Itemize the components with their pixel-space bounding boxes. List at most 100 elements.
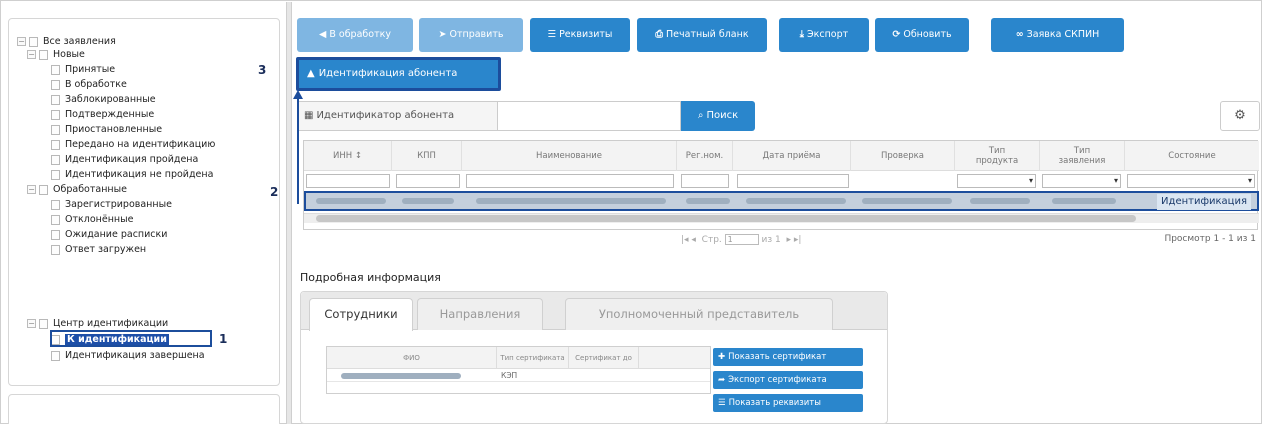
settings-button[interactable]: ⚙ [1220, 101, 1260, 131]
table-row[interactable]: КЭП [327, 369, 710, 382]
tree-node-in-work[interactable]: В обработке [51, 78, 127, 91]
blurred-cell [862, 198, 952, 204]
print-icon: ⎙ [655, 29, 664, 40]
tree-node-blocked[interactable]: Заблокированные [51, 93, 156, 106]
filter-app-type[interactable] [1042, 174, 1121, 188]
ident-subscriber-button[interactable]: ▲ Идентификация абонента [296, 57, 501, 91]
tree-node-all[interactable]: − Все заявления [17, 35, 116, 48]
export-cert-button[interactable]: ➦ Экспорт сертификата [713, 371, 863, 389]
row-state-cell: Идентификация [1157, 194, 1251, 210]
tree-label: Подтвержденные [65, 109, 155, 120]
tree-node-new[interactable]: − Новые [27, 48, 85, 61]
export-button[interactable]: ⤓ Экспорт [779, 18, 869, 52]
pager-page-label: Стр. [701, 235, 722, 245]
collapse-icon[interactable]: − [17, 37, 26, 46]
tree-node-ident-done[interactable]: Идентификация завершена [51, 349, 205, 362]
col-app-type[interactable]: Тип заявления [1040, 141, 1125, 171]
tree-label: Ответ загружен [65, 244, 147, 255]
folder-icon [39, 318, 48, 329]
col-inn[interactable]: ИНН ↕ [304, 141, 392, 171]
button-label: Отправить [449, 29, 504, 40]
col-date[interactable]: Дата приёма [733, 141, 851, 171]
tree-label: Обработанные [53, 184, 127, 195]
search-button[interactable]: ⌕ Поиск [681, 101, 755, 131]
button-label: Экспорт [807, 29, 849, 40]
tree-node-accepted[interactable]: Принятые [51, 63, 115, 76]
in-work-button[interactable]: ◀ В обработку [297, 18, 413, 52]
button-label: Печатный бланк [666, 29, 749, 40]
col-state[interactable]: Состояние [1125, 141, 1259, 171]
filter-state[interactable] [1127, 174, 1255, 188]
show-requisites-button[interactable]: ☰ Показать реквизиты [713, 394, 863, 412]
file-icon [51, 244, 60, 255]
col-regnum[interactable]: Рег.ном. [677, 141, 733, 171]
collapse-icon[interactable]: − [27, 319, 36, 328]
pane-splitter[interactable] [286, 2, 292, 424]
collapse-icon[interactable]: − [27, 50, 36, 59]
filter-product[interactable] [957, 174, 1036, 188]
skpin-request-button[interactable]: ∞ Заявка СКПИН [991, 18, 1124, 52]
col-label: ИНН [333, 151, 353, 161]
tree-node-ident-failed[interactable]: Идентификация не пройдена [51, 168, 213, 181]
tree-node-ident-passed[interactable]: Идентификация пройдена [51, 153, 198, 166]
col-cert-until[interactable]: Сертификат до [569, 347, 639, 369]
barcode-icon: ▦ [304, 110, 314, 121]
filter-name[interactable] [466, 174, 674, 188]
blurred-cell [402, 198, 454, 204]
export-icon: ⤓ [799, 29, 804, 40]
filter-regnum[interactable] [681, 174, 729, 188]
pager-controls: |◂ ◂ Стр. 1 из 1 ▸ ▸| [681, 234, 801, 245]
tab-directions[interactable]: Направления [417, 298, 543, 330]
first-page-icon[interactable]: |◂ ◂ [681, 235, 696, 245]
table-row[interactable]: Идентификация [304, 191, 1259, 211]
marker-1: 1 [219, 332, 228, 346]
col-fio[interactable]: ФИО [327, 347, 497, 369]
tree-node-processed[interactable]: − Обработанные [27, 183, 127, 196]
send-icon: ➤ [438, 29, 447, 40]
last-page-icon[interactable]: ▸ ▸| [787, 235, 802, 245]
col-label: Дата приёма [762, 151, 821, 161]
marker-3: 3 [258, 63, 267, 77]
tree-node-suspended[interactable]: Приостановленные [51, 123, 162, 136]
collapse-icon[interactable]: − [27, 185, 36, 194]
filter-date[interactable] [737, 174, 849, 188]
blurred-cell [316, 198, 386, 204]
button-label: Идентификация абонента [318, 68, 458, 79]
blurred-cell [1052, 198, 1116, 204]
tree-node-awaiting-receipt[interactable]: Ожидание расписки [51, 228, 167, 241]
scroll-thumb[interactable] [316, 215, 1136, 222]
file-icon [51, 79, 60, 90]
col-label: Рег.ном. [685, 151, 724, 161]
tree-label: Идентификация пройдена [65, 154, 199, 165]
filter-inn[interactable] [306, 174, 390, 188]
send-button[interactable]: ➤ Отправить [419, 18, 523, 52]
pager: |◂ ◂ Стр. 1 из 1 ▸ ▸| Просмотр 1 - 1 из … [303, 232, 1258, 250]
tree-node-ident-center[interactable]: − Центр идентификации [27, 317, 168, 330]
tree-node-response-loaded[interactable]: Ответ загружен [51, 243, 146, 256]
search-input[interactable] [498, 101, 681, 131]
tree-node-registered[interactable]: Зарегистрированные [51, 198, 172, 211]
refresh-button[interactable]: ⟳ Обновить [875, 18, 969, 52]
folder-icon [39, 184, 48, 195]
requisites-button[interactable]: ☰ Реквизиты [530, 18, 630, 52]
col-check[interactable]: Проверка [851, 141, 955, 171]
tree-node-confirmed[interactable]: Подтвержденные [51, 108, 154, 121]
show-cert-button[interactable]: ✚ Показать сертификат [713, 348, 863, 366]
tree-node-sent-ident[interactable]: Передано на идентификацию [51, 138, 215, 151]
print-form-button[interactable]: ⎙ Печатный бланк [637, 18, 767, 52]
page-input[interactable]: 1 [724, 234, 759, 245]
col-label: Тип заявления [1058, 146, 1106, 166]
tab-representative[interactable]: Уполномоченный представитель [565, 298, 833, 330]
tree-label: Передано на идентификацию [65, 139, 216, 150]
horizontal-scrollbar[interactable] [304, 213, 1259, 223]
tree-node-rejected[interactable]: Отклонённые [51, 213, 133, 226]
col-product[interactable]: Тип продукта [955, 141, 1040, 171]
col-name[interactable]: Наименование [462, 141, 677, 171]
tab-employees[interactable]: Сотрудники [309, 298, 413, 331]
col-cert-type[interactable]: Тип сертификата [497, 347, 569, 369]
tree-label: Зарегистрированные [65, 199, 172, 210]
button-label: Экспорт сертификата [728, 375, 827, 385]
filter-kpp[interactable] [396, 174, 460, 188]
file-icon [51, 139, 60, 150]
col-kpp[interactable]: КПП [392, 141, 462, 171]
